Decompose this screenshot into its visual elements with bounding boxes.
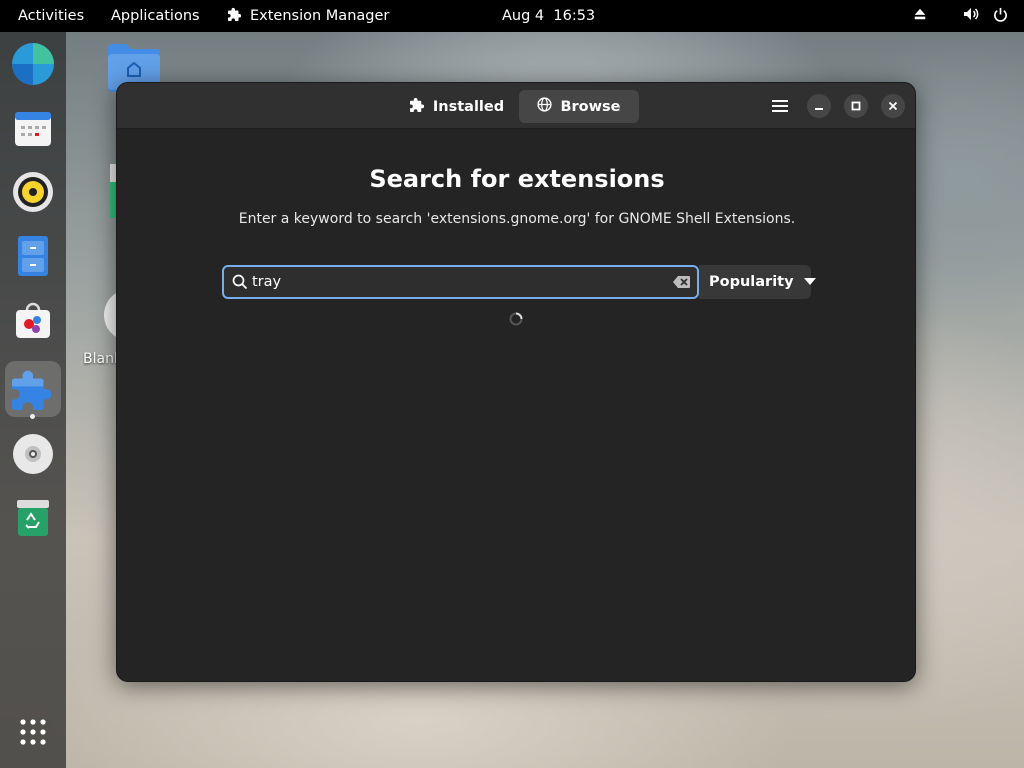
tab-browse[interactable]: Browse bbox=[519, 90, 639, 123]
app-menu[interactable]: Extension Manager bbox=[228, 0, 389, 32]
tab-browse-label: Browse bbox=[560, 98, 621, 115]
dock-calendar[interactable] bbox=[5, 100, 61, 156]
applications-menu[interactable]: Applications bbox=[111, 0, 200, 32]
applications-label: Applications bbox=[111, 8, 200, 24]
globe-icon bbox=[537, 97, 553, 116]
dock-files[interactable] bbox=[5, 228, 61, 284]
desktop-blank-label: Blank bbox=[83, 351, 116, 367]
minimize-button[interactable] bbox=[807, 94, 831, 118]
search-entry[interactable] bbox=[222, 265, 699, 299]
dock-trash[interactable] bbox=[5, 490, 61, 546]
minimize-icon bbox=[815, 108, 823, 110]
trash-recycle-icon bbox=[17, 500, 49, 536]
close-button[interactable] bbox=[881, 94, 905, 118]
sort-dropdown[interactable]: Popularity bbox=[699, 265, 816, 299]
close-icon bbox=[888, 101, 898, 111]
puzzle-icon bbox=[228, 7, 242, 25]
dock-software[interactable] bbox=[5, 292, 61, 348]
puzzle-piece-icon bbox=[12, 370, 52, 410]
music-player-icon bbox=[13, 172, 53, 212]
maximize-icon bbox=[851, 101, 861, 111]
extension-manager-window: Installed Browse Search for extensions E… bbox=[116, 82, 916, 682]
calendar-icon bbox=[15, 112, 51, 146]
app-grid-icon bbox=[20, 719, 46, 745]
file-cabinet-icon bbox=[18, 236, 48, 276]
app-name-label: Extension Manager bbox=[250, 8, 390, 24]
main-menu-button[interactable] bbox=[767, 94, 793, 118]
show-apps-button[interactable] bbox=[5, 704, 61, 760]
activities-label: Activities bbox=[18, 8, 85, 24]
system-menu[interactable] bbox=[913, 0, 1008, 32]
sort-selected-label: Popularity bbox=[709, 274, 794, 290]
top-bar: Activities Applications Extension Manage… bbox=[0, 0, 1024, 32]
maximize-button[interactable] bbox=[844, 94, 868, 118]
page-subtitle: Enter a keyword to search 'extensions.gn… bbox=[238, 211, 796, 227]
clock[interactable]: Aug 4 16:53 bbox=[502, 0, 595, 32]
software-bag-icon bbox=[16, 302, 50, 338]
volume-icon bbox=[963, 6, 979, 26]
loading-spinner bbox=[508, 311, 524, 331]
running-indicator bbox=[30, 414, 35, 419]
puzzle-icon bbox=[409, 97, 425, 116]
hamburger-menu-icon bbox=[772, 100, 788, 112]
header-bar: Installed Browse bbox=[117, 83, 915, 129]
browser-icon bbox=[12, 43, 54, 85]
dock-disc[interactable] bbox=[5, 426, 61, 482]
tab-installed-label: Installed bbox=[432, 98, 505, 115]
optical-disc-icon bbox=[13, 434, 53, 474]
clear-search-icon[interactable] bbox=[673, 274, 691, 293]
dock-rhythmbox[interactable] bbox=[5, 164, 61, 220]
dock-extension-manager[interactable] bbox=[5, 361, 61, 417]
eject-icon bbox=[913, 7, 927, 25]
page-title: Search for extensions bbox=[369, 165, 665, 193]
clock-label: Aug 4 16:53 bbox=[502, 8, 596, 24]
dock-browser[interactable] bbox=[5, 36, 61, 92]
spinner-icon bbox=[509, 312, 523, 326]
search-icon bbox=[232, 274, 248, 294]
dock bbox=[0, 32, 66, 768]
tab-installed[interactable]: Installed bbox=[402, 90, 512, 123]
power-icon bbox=[993, 7, 1008, 26]
search-input[interactable] bbox=[252, 271, 662, 293]
activities-button[interactable]: Activities bbox=[18, 0, 84, 32]
dropdown-arrow-icon bbox=[803, 274, 816, 290]
